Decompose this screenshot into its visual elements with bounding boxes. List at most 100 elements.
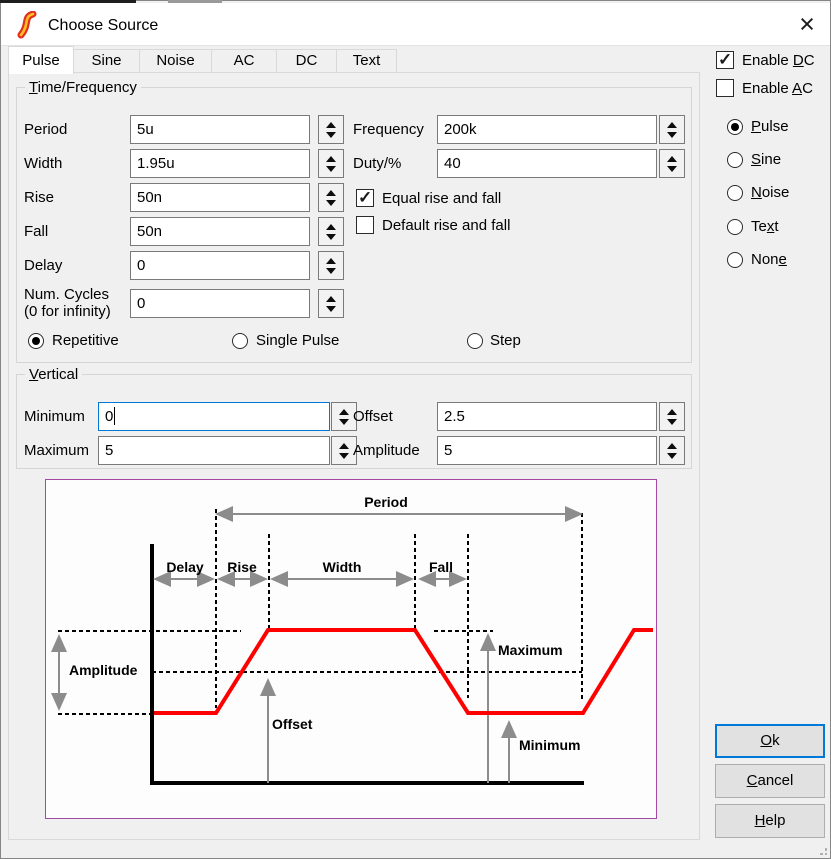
spin-up-icon[interactable] <box>667 156 677 162</box>
maximum-label: Maximum <box>24 436 89 465</box>
source-noise-label: Noise <box>751 184 789 202</box>
spin-down-icon[interactable] <box>667 132 677 138</box>
amplitude-input[interactable] <box>437 436 657 465</box>
frequency-input[interactable] <box>437 115 657 144</box>
repetitive-label: Repetitive <box>52 332 119 350</box>
num-cycles-label: Num. Cycles (0 for infinity) <box>24 286 111 320</box>
period-input[interactable] <box>130 115 310 144</box>
spin-down-icon[interactable] <box>667 453 677 459</box>
source-pulse-radio[interactable] <box>727 119 743 135</box>
spin-up-icon[interactable] <box>326 258 336 264</box>
source-text-radio[interactable] <box>727 219 743 235</box>
delay-input[interactable] <box>130 251 310 280</box>
duty-label: Duty/% <box>353 149 401 178</box>
offset-spinner[interactable] <box>659 402 685 431</box>
spin-up-icon[interactable] <box>339 443 349 449</box>
single-pulse-label: Single Pulse <box>256 332 339 350</box>
diagram-label-rise: Rise <box>227 559 257 575</box>
tab-ac[interactable]: AC <box>211 49 277 73</box>
source-sine-label: Sine <box>751 151 781 169</box>
frequency-label: Frequency <box>353 115 424 144</box>
default-rise-fall-checkbox[interactable] <box>356 216 374 234</box>
spin-down-icon[interactable] <box>667 419 677 425</box>
tab-text[interactable]: Text <box>336 49 397 73</box>
ok-button[interactable]: Ok <box>715 724 825 758</box>
source-text-label: Text <box>751 218 779 236</box>
spin-up-icon[interactable] <box>667 443 677 449</box>
choose-source-dialog: Choose Source × Pulse Sine Noise AC DC T… <box>0 0 831 859</box>
spin-down-icon[interactable] <box>339 419 349 425</box>
enable-dc-checkbox[interactable] <box>716 51 734 69</box>
num-cycles-input[interactable] <box>130 289 310 318</box>
enable-dc-label: Enable DC <box>742 52 815 70</box>
spin-up-icon[interactable] <box>667 122 677 128</box>
spin-down-icon[interactable] <box>326 234 336 240</box>
delay-spinner[interactable] <box>318 251 344 280</box>
offset-input[interactable] <box>437 402 657 431</box>
spin-down-icon[interactable] <box>326 268 336 274</box>
tab-pulse[interactable]: Pulse <box>8 46 74 74</box>
source-noise-radio[interactable] <box>727 185 743 201</box>
amplitude-spinner[interactable] <box>659 436 685 465</box>
spin-up-icon[interactable] <box>339 409 349 415</box>
spin-up-icon[interactable] <box>326 296 336 302</box>
spin-up-icon[interactable] <box>326 190 336 196</box>
spin-down-icon[interactable] <box>326 306 336 312</box>
cancel-button[interactable]: Cancel <box>715 764 825 798</box>
step-label: Step <box>490 332 521 350</box>
num-cycles-spinner[interactable] <box>318 289 344 318</box>
repetitive-radio[interactable] <box>28 333 44 349</box>
amplitude-label: Amplitude <box>353 436 420 465</box>
spin-up-icon[interactable] <box>326 156 336 162</box>
spin-up-icon[interactable] <box>326 224 336 230</box>
vertical-legend: Vertical <box>25 366 82 383</box>
rise-spinner[interactable] <box>318 183 344 212</box>
spin-down-icon[interactable] <box>339 453 349 459</box>
tab-noise[interactable]: Noise <box>139 49 212 73</box>
maximum-input[interactable] <box>98 436 330 465</box>
pulse-waveform-diagram: Period Delay Rise Width Fall Amplitude M… <box>45 479 657 819</box>
dashed-guides <box>58 509 582 714</box>
help-button[interactable]: Help <box>715 804 825 838</box>
source-none-radio[interactable] <box>727 252 743 268</box>
spin-up-icon[interactable] <box>667 409 677 415</box>
source-none-label: None <box>751 251 787 269</box>
equal-rise-fall-label: Equal rise and fall <box>382 190 501 207</box>
equal-rise-fall-checkbox[interactable] <box>356 189 374 207</box>
width-spinner[interactable] <box>318 149 344 178</box>
resize-grip[interactable] <box>817 845 827 855</box>
duty-input[interactable] <box>437 149 657 178</box>
tab-dc[interactable]: DC <box>276 49 337 73</box>
title-bar: Choose Source × <box>1 3 830 46</box>
enable-ac-label: Enable AC <box>742 80 813 98</box>
text-caret <box>114 407 115 425</box>
rise-input[interactable] <box>130 183 310 212</box>
step-radio[interactable] <box>467 333 483 349</box>
spin-up-icon[interactable] <box>326 122 336 128</box>
period-label: Period <box>24 115 67 144</box>
minimum-input[interactable] <box>98 402 330 431</box>
spin-down-icon[interactable] <box>326 200 336 206</box>
width-label: Width <box>24 149 62 178</box>
source-pulse-label: Pulse <box>751 118 789 136</box>
source-sine-radio[interactable] <box>727 152 743 168</box>
enable-ac-checkbox[interactable] <box>716 79 734 97</box>
period-spinner[interactable] <box>318 115 344 144</box>
rise-label: Rise <box>24 183 54 212</box>
minimum-label: Minimum <box>24 402 85 431</box>
close-icon[interactable]: × <box>790 9 824 41</box>
fall-input[interactable] <box>130 217 310 246</box>
fall-label: Fall <box>24 217 48 246</box>
width-input[interactable] <box>130 149 310 178</box>
duty-spinner[interactable] <box>659 149 685 178</box>
tab-sine[interactable]: Sine <box>73 49 140 73</box>
frequency-spinner[interactable] <box>659 115 685 144</box>
default-rise-fall-label: Default rise and fall <box>382 217 510 234</box>
single-pulse-radio[interactable] <box>232 333 248 349</box>
spin-down-icon[interactable] <box>326 132 336 138</box>
spin-down-icon[interactable] <box>326 166 336 172</box>
window-title: Choose Source <box>48 14 158 38</box>
spin-down-icon[interactable] <box>667 166 677 172</box>
delay-label: Delay <box>24 251 62 280</box>
fall-spinner[interactable] <box>318 217 344 246</box>
